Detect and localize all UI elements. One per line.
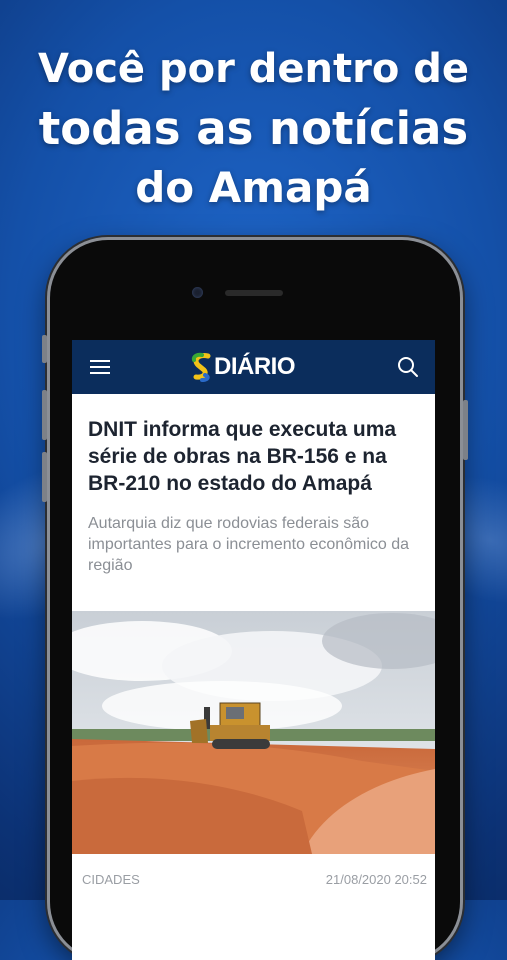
app-screen: DIÁRIO DNIT informa que executa uma séri… [72,340,435,960]
article-card[interactable]: DNIT informa que executa uma série de ob… [72,394,435,576]
article-category[interactable]: CIDADES [82,872,140,887]
article-meta: CIDADES 21/08/2020 20:52 [72,854,435,914]
article-title[interactable]: DNIT informa que executa uma série de ob… [88,416,419,497]
phone-frame: DIÁRIO DNIT informa que executa uma séri… [42,240,468,960]
logo-wordmark: DIÁRIO [214,353,296,380]
search-icon[interactable] [397,356,419,378]
promo-line-2: todas as notícias [38,102,469,155]
menu-icon[interactable] [90,360,110,374]
promo-line-3: do Amapá [135,163,372,212]
front-camera [192,287,203,298]
power-button [463,400,468,460]
mute-switch [42,335,47,363]
article-photo[interactable] [72,611,435,854]
article-subtitle: Autarquia diz que rodovias federais são … [88,515,410,574]
app-header: DIÁRIO [72,340,435,394]
diario-logo[interactable]: DIÁRIO [190,350,296,384]
promo-headline: Você por dentro de todas as notícias do … [0,40,507,217]
promo-line-1: Você por dentro de [37,46,470,92]
volume-up-button [42,390,47,440]
earpiece-speaker [225,290,283,296]
volume-down-button [42,452,47,502]
diario-logo-mark [191,352,211,382]
bulldozer-road-image [72,611,435,854]
article-datetime: 21/08/2020 20:52 [325,872,427,887]
